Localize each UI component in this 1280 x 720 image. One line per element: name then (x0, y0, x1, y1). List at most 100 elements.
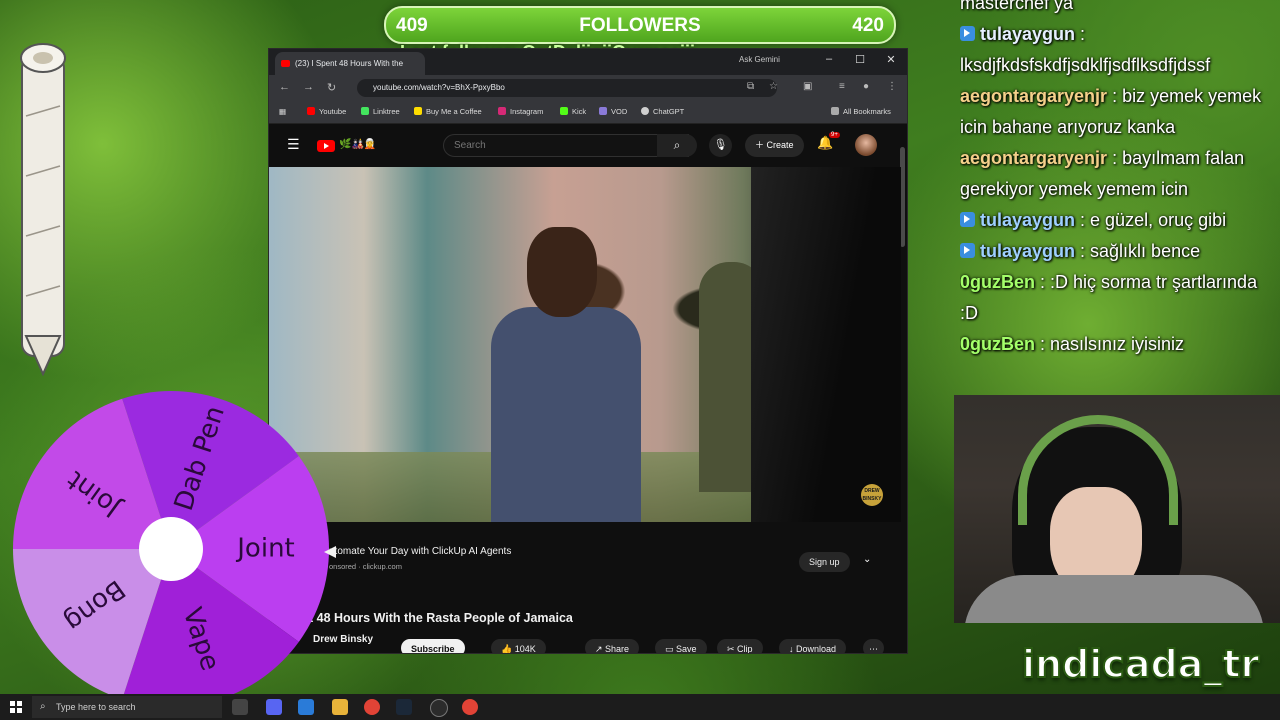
youtube-search-input[interactable] (443, 134, 689, 157)
channel-watermark[interactable]: DREW BINSKY (861, 484, 883, 506)
notification-count-badge: 9+ (829, 132, 840, 138)
chat-username[interactable]: 0guzBen (960, 334, 1035, 354)
search-icon[interactable]: ⌕ (657, 134, 697, 157)
create-button[interactable]: ＋ Create (745, 134, 804, 157)
video-car-door (751, 167, 901, 522)
bookmark-kick[interactable]: Kick (560, 107, 586, 116)
video-player[interactable]: DREW BINSKY (269, 167, 901, 522)
chat-username[interactable]: tulayaygun (980, 210, 1075, 230)
chat-username[interactable]: aegontargaryenjr (960, 148, 1107, 168)
prize-wheel: Dab PenJointVapeBongJoint (13, 391, 329, 707)
youtube-logo-suffix: 🌿🎎🧝 (339, 139, 377, 150)
bookmarks-bar: ▦ Youtube Linktree Buy Me a Coffee Insta… (269, 101, 907, 124)
ad-sponsor: onsored · clickup.com (329, 562, 402, 571)
wheel-hub (139, 517, 203, 581)
ask-gemini-button[interactable]: Ask Gemini (739, 55, 780, 64)
bookmark-chatgpt[interactable]: ChatGPT (641, 107, 684, 116)
streamer-shirt (964, 575, 1264, 623)
video-person-head (527, 227, 597, 317)
chat-message: 0guzBen : nasılsınız iyisiniz (960, 329, 1275, 360)
chat-username[interactable]: 0guzBen (960, 272, 1035, 292)
chat-message: masterchef ya (960, 0, 1275, 19)
bookmark-star-icon[interactable]: ☆ (769, 81, 778, 92)
more-menu-icon[interactable]: ⋮ (887, 81, 897, 92)
back-icon[interactable]: ← (279, 81, 290, 93)
bookmark-linktree[interactable]: Linktree (361, 107, 400, 116)
youtube-logo-icon[interactable] (317, 140, 335, 152)
hamburger-menu-icon[interactable]: ☰ (287, 136, 300, 153)
followers-goal: 420 (852, 15, 884, 36)
followers-goal-bar: 409 FOLLOWERS 420 (384, 6, 896, 44)
headset-icon (1018, 415, 1178, 525)
all-bookmarks[interactable]: All Bookmarks (831, 107, 891, 116)
windows-taskbar: ⌕ Type here to search (0, 694, 1280, 720)
tab-bar: (23) I Spent 48 Hours With the Ask Gemin… (269, 49, 907, 75)
chat-text: : nasılsınız iyisiniz (1035, 334, 1185, 354)
chat-username[interactable]: aegontargaryenjr (960, 86, 1107, 106)
subscribe-button[interactable]: Subscribe (401, 639, 465, 653)
chat-message: aegontargaryenjr : bayılmam falan gereki… (960, 143, 1275, 205)
minimize-icon[interactable]: – (819, 53, 839, 65)
chat-text: : e güzel, oruç gibi (1075, 210, 1227, 230)
ad-signup-button[interactable]: Sign up (799, 552, 850, 572)
joint-icon (20, 43, 66, 376)
youtube-favicon-icon (281, 60, 290, 67)
apps-icon[interactable]: ▦ (279, 107, 286, 116)
windows-start-icon[interactable] (10, 701, 22, 713)
stream-background: 409 FOLLOWERS 420 Last follower: GotDeli… (0, 0, 1280, 720)
like-button[interactable]: 👍 104K (491, 639, 546, 653)
more-actions-icon[interactable]: ⋯ (863, 639, 884, 653)
tab-youtube[interactable]: (23) I Spent 48 Hours With the (275, 52, 425, 75)
microphone-icon[interactable]: 🎙 (709, 134, 732, 157)
channel-name-logo: indicada_tr (1021, 641, 1260, 687)
cast-icon[interactable]: ⧉ (747, 81, 754, 92)
chrome-icon[interactable] (364, 699, 380, 715)
wheel-segment-label: Joint (235, 534, 294, 564)
ad-title[interactable]: utomate Your Day with ClickUp AI Agents (329, 546, 511, 557)
file-explorer-icon[interactable] (332, 699, 348, 715)
video-person-body (491, 307, 641, 522)
webcam-feed (954, 395, 1280, 623)
clip-button[interactable]: ✂ Clip (717, 639, 763, 653)
chat-message: tulayaygun : sağlıklı bence (960, 236, 1275, 267)
sponsored-ad-panel: utomate Your Day with ClickUp AI Agents … (269, 536, 907, 584)
account-avatar[interactable] (855, 134, 877, 156)
chat-message: 0guzBen : :D hiç sorma tr şartlarında :D (960, 267, 1275, 329)
chevron-down-icon[interactable]: ⌄ (863, 554, 871, 565)
taskbar-search-input[interactable]: ⌕ Type here to search (32, 696, 222, 718)
followers-title: FOLLOWERS (579, 15, 701, 36)
chat-username[interactable]: tulayaygun (980, 241, 1075, 261)
save-button[interactable]: ▭ Save (655, 639, 707, 653)
download-button[interactable]: ↓ Download (779, 639, 847, 653)
bookmark-youtube[interactable]: Youtube (307, 107, 346, 116)
chrome-active-icon[interactable] (462, 699, 478, 715)
reload-icon[interactable]: ↻ (327, 81, 336, 94)
media-icon[interactable]: ≡ (839, 81, 845, 92)
profile-icon[interactable]: ● (863, 81, 869, 92)
obs-icon[interactable] (430, 699, 448, 717)
chat-message: tulayaygun : e güzel, oruç gibi (960, 205, 1275, 236)
prime-badge-icon (960, 243, 975, 258)
url-field[interactable]: youtube.com/watch?v=BhX-PpxyBbo (357, 79, 777, 97)
chat-text: masterchef ya (960, 0, 1074, 13)
maximize-icon[interactable]: ☐ (850, 53, 870, 66)
chat-message: tulayaygun : lksdjfkdsfskdfjsdklfjsdflks… (960, 19, 1275, 81)
bookmark-buy-me-a-coffee[interactable]: Buy Me a Coffee (414, 107, 482, 116)
steam-icon[interactable] (396, 699, 412, 715)
stream-chat: masterchef ya tulayaygun : lksdjfkdsfskdf… (960, 0, 1275, 390)
extensions-icon[interactable]: ▣ (803, 81, 812, 92)
forward-icon[interactable]: → (303, 81, 314, 93)
task-view-icon[interactable] (232, 699, 248, 715)
address-bar: ← → ↻ youtube.com/watch?v=BhX-PpxyBbo ⧉ … (269, 75, 907, 101)
video-title: t 48 Hours With the Rasta People of Jama… (309, 611, 573, 625)
bookmark-instagram[interactable]: Instagram (498, 107, 543, 116)
tab-title: (23) I Spent 48 Hours With the (295, 59, 404, 68)
youtube-header: ☰ 🌿🎎🧝 ⌕ 🎙 ＋ Create 🔔 9+ (269, 124, 907, 166)
close-icon[interactable]: ✕ (881, 53, 901, 66)
browser-window: (23) I Spent 48 Hours With the Ask Gemin… (268, 48, 908, 654)
bookmark-vod[interactable]: VOD (599, 107, 627, 116)
chat-username[interactable]: tulayaygun (980, 24, 1075, 44)
pinned-app-icon[interactable] (298, 699, 314, 715)
share-button[interactable]: ↗ Share (585, 639, 640, 653)
discord-icon[interactable] (266, 699, 282, 715)
